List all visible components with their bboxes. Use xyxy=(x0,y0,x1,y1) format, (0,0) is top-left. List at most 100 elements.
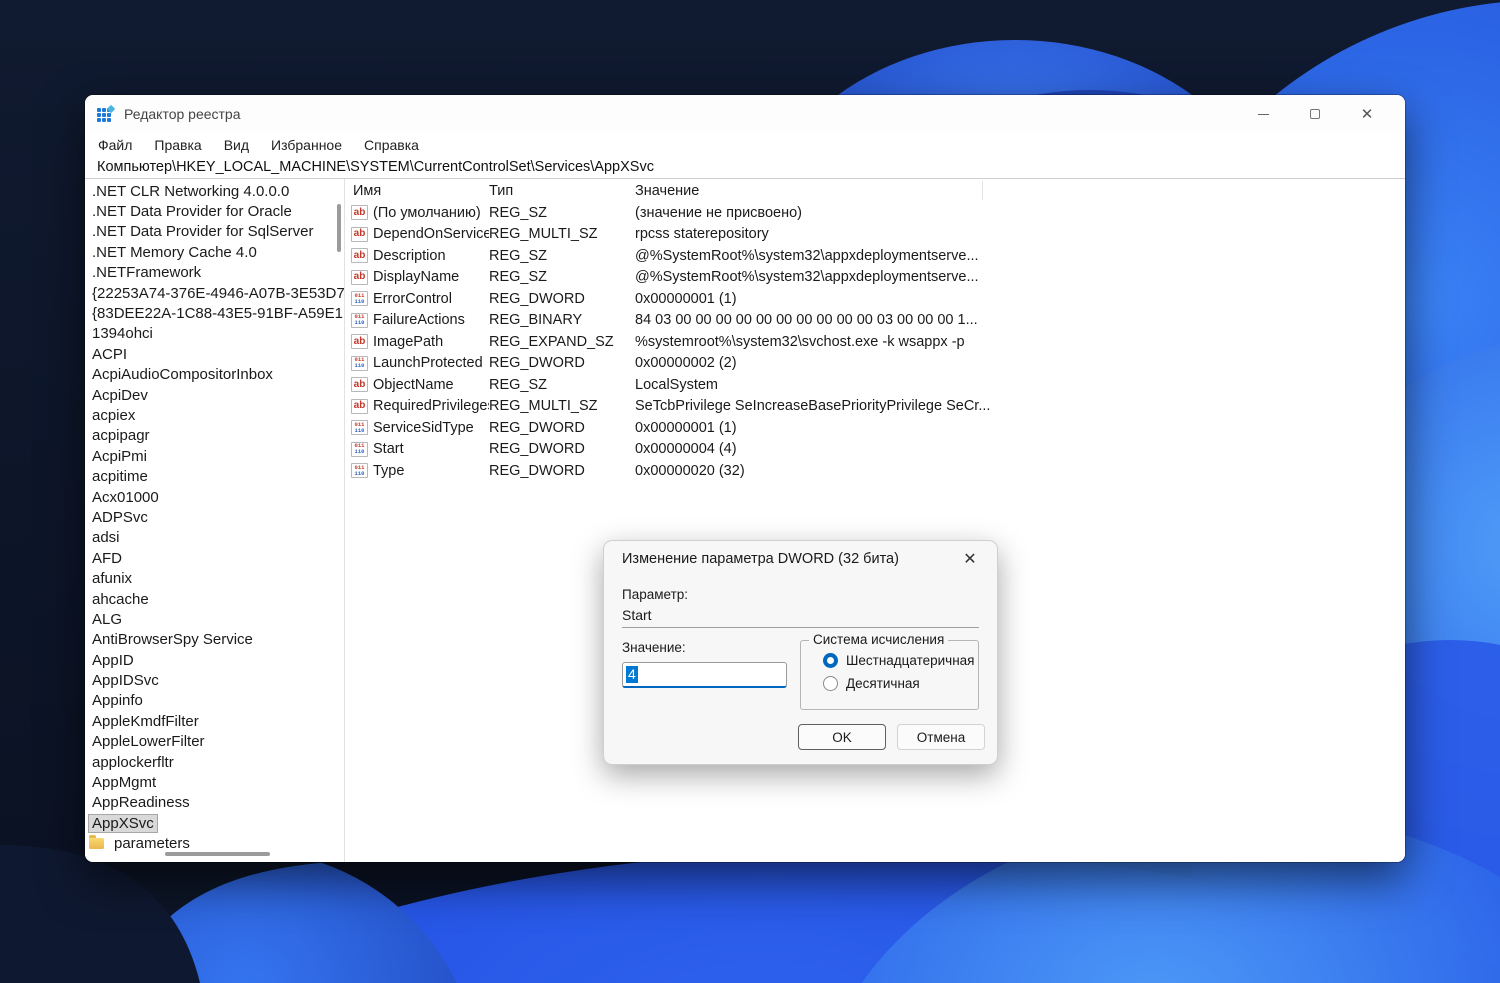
tree-item[interactable]: 1394ohci xyxy=(85,324,344,344)
menu-item-1[interactable]: Правка xyxy=(143,137,212,153)
radix-option-0[interactable]: Шестнадцатеричная xyxy=(823,653,978,668)
tree-item[interactable]: AppIDSvc xyxy=(85,670,344,690)
tree-item[interactable]: .NET Data Provider for SqlServer xyxy=(85,222,344,242)
column-header-type[interactable]: Тип xyxy=(489,183,635,199)
value-data: 0x00000002 (2) xyxy=(635,355,1405,371)
tree-item[interactable]: AppID xyxy=(85,650,344,670)
table-row[interactable]: 011110StartREG_DWORD0x00000004 (4) xyxy=(345,439,1405,461)
tree-item[interactable]: AppMgmt xyxy=(85,772,344,792)
radio-checked-icon[interactable] xyxy=(823,653,838,668)
menu-item-3[interactable]: Избранное xyxy=(260,137,353,153)
tree-item[interactable]: applockerfltr xyxy=(85,752,344,772)
tree-item[interactable]: acpipagr xyxy=(85,426,344,446)
table-row[interactable]: 011110LaunchProtectedREG_DWORD0x00000002… xyxy=(345,353,1405,375)
tree-item[interactable]: acpiex xyxy=(85,405,344,425)
table-row[interactable]: 011110FailureActionsREG_BINARY84 03 00 0… xyxy=(345,310,1405,332)
tree-item[interactable]: adsi xyxy=(85,528,344,548)
tree-item[interactable]: acpitime xyxy=(85,466,344,486)
tree-item-label: Acx01000 xyxy=(88,488,163,507)
tree-item[interactable]: {22253A74-376E-4946-A07B-3E53D7 xyxy=(85,283,344,303)
tree-horizontal-scrollbar[interactable] xyxy=(165,852,270,856)
table-row[interactable]: abDescriptionREG_SZ@%SystemRoot%\system3… xyxy=(345,245,1405,267)
tree-item-label: ADPSvc xyxy=(88,508,152,527)
table-row[interactable]: ab(По умолчанию)REG_SZ(значение не присв… xyxy=(345,202,1405,224)
table-row[interactable]: abDependOnServiceREG_MULTI_SZrpcss state… xyxy=(345,224,1405,246)
tree-item-label: afunix xyxy=(88,569,136,588)
tree-item[interactable]: ALG xyxy=(85,609,344,629)
tree-item[interactable]: AppleLowerFilter xyxy=(85,732,344,752)
tree-item[interactable]: .NETFramework xyxy=(85,263,344,283)
tree-item[interactable]: .NET Memory Cache 4.0 xyxy=(85,242,344,262)
tree-vertical-scrollbar[interactable] xyxy=(337,204,341,252)
tree-item[interactable]: afunix xyxy=(85,568,344,588)
value-type: REG_DWORD xyxy=(489,463,635,479)
table-row[interactable]: 011110ServiceSidTypeREG_DWORD0x00000001 … xyxy=(345,417,1405,439)
close-button[interactable]: ✕ xyxy=(1353,100,1381,128)
value-data: (значение не присвоено) xyxy=(635,205,1405,221)
value-name: DependOnService xyxy=(373,226,489,242)
value-input[interactable]: 4 xyxy=(622,662,787,688)
maximize-button[interactable] xyxy=(1301,100,1329,128)
value-type: REG_MULTI_SZ xyxy=(489,398,635,414)
table-row[interactable]: abImagePathREG_EXPAND_SZ%systemroot%\sys… xyxy=(345,331,1405,353)
radio-label: Десятичная xyxy=(846,676,920,691)
menu-item-0[interactable]: Файл xyxy=(87,137,143,153)
tree-item-label: {83DEE22A-1C88-43E5-91BF-A59E1B xyxy=(88,304,345,323)
value-type: REG_MULTI_SZ xyxy=(489,226,635,242)
radix-groupbox: Система исчисления ШестнадцатеричнаяДеся… xyxy=(800,640,979,710)
value-type: REG_EXPAND_SZ xyxy=(489,334,635,350)
tree-item[interactable]: AppXSvc xyxy=(85,813,344,833)
ok-button[interactable]: OK xyxy=(798,724,886,750)
column-header-name[interactable]: Имя xyxy=(345,183,489,199)
edit-dword-dialog: Изменение параметра DWORD (32 бита) ✕ Па… xyxy=(603,540,998,765)
tree-item[interactable]: ahcache xyxy=(85,589,344,609)
radix-option-1[interactable]: Десятичная xyxy=(823,676,978,691)
tree-item[interactable]: AcpiPmi xyxy=(85,446,344,466)
tree-item[interactable]: AFD xyxy=(85,548,344,568)
cancel-button[interactable]: Отмена xyxy=(897,724,985,750)
tree-item[interactable]: AcpiDev xyxy=(85,385,344,405)
dword-value-icon: 011110 xyxy=(351,463,368,478)
tree-item[interactable]: Acx01000 xyxy=(85,487,344,507)
table-row[interactable]: abRequiredPrivilegesREG_MULTI_SZSeTcbPri… xyxy=(345,396,1405,418)
radio-unchecked-icon[interactable] xyxy=(823,676,838,691)
dialog-close-button[interactable]: ✕ xyxy=(957,546,983,572)
table-row[interactable]: abObjectNameREG_SZLocalSystem xyxy=(345,374,1405,396)
value-type: REG_SZ xyxy=(489,248,635,264)
value-name: Description xyxy=(373,248,446,264)
table-row[interactable]: 011110ErrorControlREG_DWORD0x00000001 (1… xyxy=(345,288,1405,310)
menu-bar: ФайлПравкаВидИзбранноеСправка xyxy=(85,133,1405,156)
tree-item[interactable]: parameters xyxy=(85,834,344,854)
title-bar[interactable]: Редактор реестра ✕ xyxy=(85,95,1405,133)
value-data: 84 03 00 00 00 00 00 00 00 00 00 00 03 0… xyxy=(635,312,1405,328)
table-row[interactable]: 011110TypeREG_DWORD0x00000020 (32) xyxy=(345,460,1405,482)
menu-item-2[interactable]: Вид xyxy=(213,137,260,153)
value-name: FailureActions xyxy=(373,312,465,328)
tree-item[interactable]: .NET CLR Networking 4.0.0.0 xyxy=(85,181,344,201)
tree-item[interactable]: {83DEE22A-1C88-43E5-91BF-A59E1B xyxy=(85,303,344,323)
tree-item[interactable]: ADPSvc xyxy=(85,507,344,527)
minimize-button[interactable] xyxy=(1249,100,1277,128)
registry-tree-panel[interactable]: .NET CLR Networking 4.0.0.0.NET Data Pro… xyxy=(85,179,345,862)
tree-item[interactable]: Appinfo xyxy=(85,691,344,711)
column-header-value[interactable]: Значение xyxy=(635,183,1405,199)
tree-item-label: AppReadiness xyxy=(88,793,194,812)
radio-label: Шестнадцатеричная xyxy=(846,653,975,668)
address-bar[interactable]: Компьютер\HKEY_LOCAL_MACHINE\SYSTEM\Curr… xyxy=(85,156,1405,179)
tree-item-label: acpiex xyxy=(88,406,139,425)
menu-item-4[interactable]: Справка xyxy=(353,137,430,153)
tree-item[interactable]: ACPI xyxy=(85,344,344,364)
table-row[interactable]: abDisplayNameREG_SZ@%SystemRoot%\system3… xyxy=(345,267,1405,289)
tree-item[interactable]: AcpiAudioCompositorInbox xyxy=(85,365,344,385)
tree-item[interactable]: AntiBrowserSpy Service xyxy=(85,630,344,650)
value-data: 0x00000001 (1) xyxy=(635,291,1405,307)
tree-item[interactable]: .NET Data Provider for Oracle xyxy=(85,201,344,221)
tree-item-label: ACPI xyxy=(88,345,131,364)
regedit-app-icon xyxy=(97,106,114,123)
tree-item-label: AppleKmdfFilter xyxy=(88,712,203,731)
value-data: 0x00000001 (1) xyxy=(635,420,1405,436)
tree-item[interactable]: AppReadiness xyxy=(85,793,344,813)
tree-item[interactable]: AppleKmdfFilter xyxy=(85,711,344,731)
list-header: Имя Тип Значение xyxy=(345,179,1405,202)
dialog-title-bar[interactable]: Изменение параметра DWORD (32 бита) ✕ xyxy=(604,541,997,577)
